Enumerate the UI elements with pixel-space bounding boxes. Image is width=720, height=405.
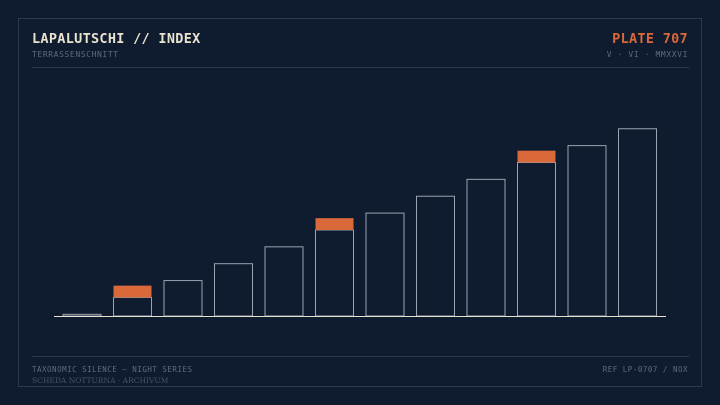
accent-band-bar-2: [113, 285, 152, 298]
bar-10: [517, 161, 556, 317]
accent-band-bar-10: [517, 150, 556, 163]
bar-8: [416, 195, 455, 317]
bar-12: [618, 128, 657, 317]
bar-7: [365, 212, 405, 317]
bar-1: [62, 313, 102, 317]
bar-6: [315, 229, 354, 317]
footer-divider: [32, 356, 689, 357]
accent-band-bar-6: [315, 218, 354, 230]
bar-5: [264, 246, 304, 317]
bar-11: [567, 145, 607, 317]
bar-3: [163, 280, 203, 317]
footer-archive: SCHEDA NOTTURNA · ARCHIVUM: [32, 376, 169, 385]
bar-chart: [54, 128, 666, 317]
footer-reference: REF LP-0707 / NOX: [602, 365, 688, 374]
bar-9: [466, 178, 506, 317]
footer-series: TAXONOMIC SILENCE — NIGHT SERIES: [32, 365, 193, 374]
bar-2: [113, 296, 152, 317]
bar-4: [214, 263, 253, 317]
